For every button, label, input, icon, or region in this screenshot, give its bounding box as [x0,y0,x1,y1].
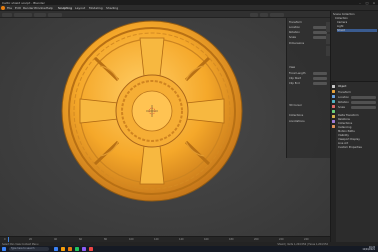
menu-edit[interactable]: Edit [15,6,21,10]
properties-tab-icon[interactable] [332,95,335,98]
taskbar-search-input[interactable]: Type here to search [9,247,49,251]
panel-header[interactable]: Transform [338,91,376,94]
taskbar-clock[interactable]: 10:24 12/04/2021 [362,246,375,252]
3d-viewport[interactable] [0,18,330,242]
shield-model[interactable] [0,18,330,242]
workspace-tab-sculpting[interactable]: Sculpting [58,6,72,10]
panel-header[interactable]: Motion Paths [338,130,376,133]
sidebar-row: Dimensions [289,42,305,45]
sidebar-row: Annotations [289,120,305,123]
sidebar-row: 3D Cursor [289,104,302,107]
outliner-item[interactable]: Collection [335,17,377,20]
sidebar-row: View [289,66,296,69]
sculpt-menu-button[interactable] [48,12,62,17]
menu-render[interactable]: Render [23,6,34,10]
shading-mode-buttons[interactable] [270,12,284,17]
start-button-icon[interactable] [2,247,6,251]
panel-header[interactable]: Relations [338,118,376,121]
properties-tab-icon[interactable] [332,115,335,118]
overlay-toggle[interactable] [250,12,258,17]
panel-header[interactable]: Instancing [338,126,376,129]
timeline-frame-label: 240 [304,238,309,241]
outliner-panel: Scene Collection Collection Camera Light… [330,11,378,81]
timeline-frame-label: 40 [54,238,58,241]
taskbar-app-icon[interactable] [89,247,93,251]
scale-input[interactable] [351,106,376,109]
mode-selector[interactable] [14,12,32,17]
viewport-sidebar: Transform Location Rotation Scale Dimens… [286,18,330,158]
properties-tab-icon[interactable] [332,120,335,123]
menu-window[interactable]: Window [34,6,46,10]
blender-logo-icon[interactable] [1,6,5,10]
properties-tab-icon[interactable] [332,125,335,128]
timeline-frame-label: 20 [29,238,33,241]
outliner-item-selected[interactable]: Shield [337,29,377,33]
properties-tab-icon[interactable] [332,110,335,113]
outliner-item[interactable]: Light [337,25,377,28]
taskbar-app-icon[interactable] [82,247,86,251]
timeline-frame-label: 180 [229,238,234,241]
outliner-item[interactable]: Scene Collection [333,13,377,16]
properties-tab-icon[interactable] [332,105,335,108]
panel-header[interactable]: Visibility [338,134,376,137]
timeline-frame-label: 160 [204,238,209,241]
workspace-tab-modeling[interactable]: Modeling [89,6,103,10]
taskbar-app-icon[interactable] [68,247,72,251]
editor-type-button[interactable] [2,12,12,17]
sidebar-row: Transform [289,21,302,24]
focal-length-field[interactable] [313,72,327,75]
menu-help[interactable]: Help [46,6,53,10]
outliner-item[interactable]: Camera [337,21,377,24]
workspace-tab-shading[interactable]: Shading [106,6,118,10]
panel-header[interactable]: Viewport Display [338,138,376,141]
properties-header: Object [338,85,347,88]
timeline-frame-label: 60 [79,238,83,241]
location-field[interactable] [313,26,327,29]
timeline-frame-label: 100 [129,238,134,241]
panel-header[interactable]: Collections [338,122,376,125]
properties-tab-icon[interactable] [332,90,335,93]
xray-toggle[interactable] [260,12,268,17]
timeline-frame-label: 200 [254,238,259,241]
scale-field[interactable] [313,36,327,39]
timeline-frame-label: 140 [179,238,184,241]
properties-tabs [331,82,336,243]
maximize-button[interactable]: □ [364,1,370,5]
panel-header[interactable]: Custom Properties [338,146,376,149]
minimize-button[interactable]: – [357,1,363,5]
panel-header[interactable]: Line Art [338,142,376,145]
taskbar-app-icon[interactable] [61,247,65,251]
workspace-tab-layout[interactable]: Layout [75,6,85,10]
timeline-frame-label: 220 [279,238,284,241]
properties-tab-icon[interactable] [332,85,335,88]
timeline-frame-label: 80 [104,238,108,241]
clock-date: 12/04/2021 [362,248,375,252]
close-button[interactable]: × [371,1,377,5]
rotation-field[interactable] [313,31,327,34]
location-input[interactable] [351,96,376,99]
timeline-frame-label: 0 [4,238,6,241]
panel-header[interactable]: Delta Transform [338,114,376,117]
view-menu-button[interactable] [34,12,46,17]
taskbar-app-icon[interactable] [54,247,58,251]
menu-file[interactable]: File [7,6,12,10]
window-title: Celtic shield sculpt - Blender [2,0,45,5]
properties-tab-icon[interactable] [332,100,335,103]
timeline-frame-label: 120 [154,238,159,241]
properties-panel: Object Transform Location Rotation Scale… [330,81,378,243]
clip-end-field[interactable] [313,82,327,85]
sidebar-row: Collections [289,114,304,117]
clip-start-field[interactable] [313,77,327,80]
taskbar-app-icon[interactable] [75,247,79,251]
os-taskbar: Type here to search 10:24 12/04/2021 [0,246,378,252]
viewport-header [0,11,330,18]
rotation-input[interactable] [351,101,376,104]
